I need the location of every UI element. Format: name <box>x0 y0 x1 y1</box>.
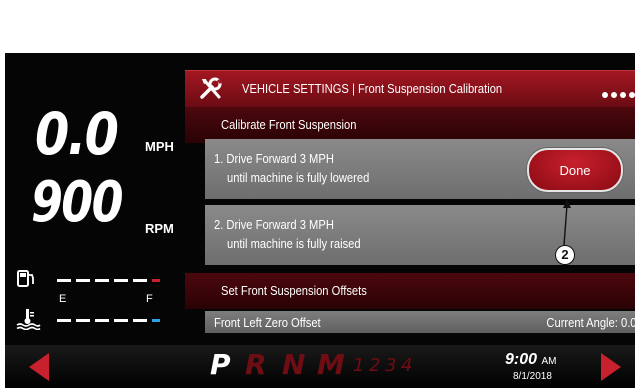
gear-3: 3 <box>385 355 397 376</box>
callout-number: 2 <box>555 245 575 265</box>
speed-readout: 0.0 <box>35 100 119 168</box>
offsets-section-header: Set Front Suspension Offsets <box>185 273 635 309</box>
temperature-gauge-bar <box>57 319 165 322</box>
fuel-pump-icon <box>17 270 34 287</box>
step-2-instruction: 2. Drive Forward 3 MPH <box>214 217 334 232</box>
offset-row-value: Current Angle: 0.0° <box>546 315 635 330</box>
offsets-section-label: Set Front Suspension Offsets <box>221 283 367 298</box>
previous-arrow-icon[interactable] <box>25 351 51 383</box>
gear-2: 2 <box>369 355 381 376</box>
offset-row-label: Front Left Zero Offset <box>214 315 321 330</box>
clock-time: 9:00 AM <box>505 351 557 368</box>
calibrate-section-header: Calibrate Front Suspension <box>185 107 635 143</box>
front-left-offset-row[interactable]: Front Left Zero Offset Current Angle: 0.… <box>205 311 635 333</box>
status-bar: P R N M 1 2 3 4 9:00 AM 8/1/2018 <box>5 345 635 388</box>
gear-manual: M <box>317 348 345 381</box>
page-indicator-dots[interactable] <box>599 85 635 103</box>
display-screen: 0.0 MPH 900 RPM E F VEHICLE SETTINGS | F… <box>5 53 635 388</box>
step-1-instruction: 1. Drive Forward 3 MPH <box>214 151 334 166</box>
step-1-detail: until machine is fully lowered <box>227 170 370 185</box>
page-title: VEHICLE SETTINGS | Front Suspension Cali… <box>242 81 503 96</box>
next-arrow-icon[interactable] <box>599 351 625 383</box>
rpm-unit: RPM <box>145 221 174 236</box>
done-button[interactable]: Done <box>527 148 623 192</box>
rpm-readout: 900 <box>31 170 124 235</box>
callout-arrow-icon <box>563 199 571 246</box>
wrench-screwdriver-icon <box>200 77 223 99</box>
gear-park: P <box>210 348 231 381</box>
fuel-gauge-bar <box>57 279 165 282</box>
fuel-full-label: F <box>146 293 153 305</box>
gear-4: 4 <box>401 355 413 376</box>
settings-header: VEHICLE SETTINGS | Front Suspension Cali… <box>185 70 635 107</box>
step-2-detail: until machine is fully raised <box>227 236 361 251</box>
gear-1: 1 <box>353 355 365 376</box>
speed-unit: MPH <box>145 139 174 154</box>
fuel-empty-label: E <box>59 293 67 305</box>
gear-neutral: N <box>282 348 306 381</box>
coolant-temperature-icon <box>16 309 41 330</box>
clock-date: 8/1/2018 <box>513 371 552 382</box>
calibrate-section-label: Calibrate Front Suspension <box>221 117 357 132</box>
calibration-step-1: 1. Drive Forward 3 MPH until machine is … <box>205 139 635 199</box>
gear-reverse: R <box>245 348 267 381</box>
